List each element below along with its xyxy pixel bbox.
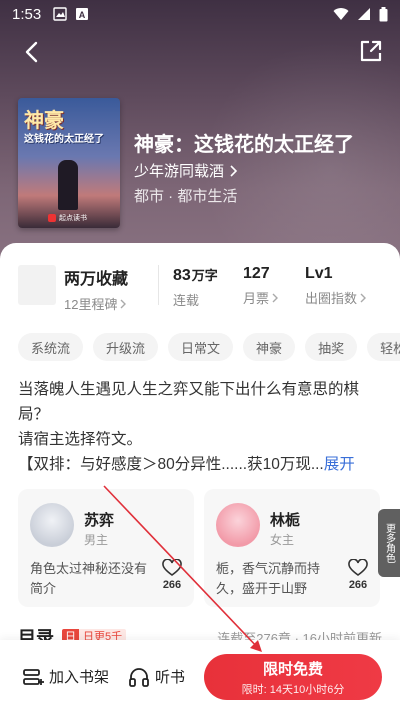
stat-words-label: 连载 <box>173 293 200 308</box>
stat-collection-label: 12里程碑 <box>64 297 118 312</box>
stat-words: 83 万字 连载 <box>173 265 243 315</box>
character-card[interactable]: 苏弈 男主 角色太过神秘还没有简介 266 <box>18 489 194 607</box>
character-list: 苏弈 男主 角色太过神秘还没有简介 266 林栀 女主 栀，香气沉静而持久，盛开… <box>18 489 380 607</box>
stat-level-label: 出圈指数 <box>305 291 358 306</box>
battery-icon <box>379 6 388 21</box>
listen-button[interactable]: 听书 <box>128 666 185 687</box>
synopsis-line: 当落魄人生遇见人生之弈又能下出什么有意思的棋局？ <box>18 381 360 423</box>
stat-level-label-wrap: 出圈指数 <box>305 288 367 307</box>
listen-label: 听书 <box>155 669 186 686</box>
tag-chip[interactable]: 神豪 <box>243 333 296 361</box>
stat-tickets-label-wrap: 月票 <box>243 288 305 307</box>
more-characters-button[interactable]: 更多角色 <box>378 509 400 577</box>
heart-icon <box>162 559 182 576</box>
book-cover[interactable]: 神豪 这钱花的太正经了 起点读书 <box>18 98 120 228</box>
stat-tickets[interactable]: 127 月票 <box>243 265 305 315</box>
avatar <box>30 503 74 547</box>
character-role: 女主 <box>270 533 295 547</box>
stat-tickets-value: 127 <box>243 265 270 282</box>
tag-list: 系统流 升级流 日常文 神豪 抽奖 轻松 <box>18 333 400 361</box>
status-time: 1:53 <box>12 5 42 23</box>
author-link[interactable]: 少年游同载酒 <box>134 160 238 181</box>
author-name: 少年游同载酒 <box>134 163 225 180</box>
add-to-shelf-button[interactable]: 加入书架 <box>22 666 109 687</box>
book-title: 神豪：这钱花的太正经了 <box>134 134 354 156</box>
read-free-label: 限时免费 <box>262 660 323 678</box>
chevron-right-icon <box>272 293 279 302</box>
font-a-icon: A <box>76 8 89 20</box>
bottom-action-bar: 加入书架 听书 限时免费 限时: 14天10小时6分 <box>0 640 400 711</box>
signal-icon <box>358 8 370 20</box>
chevron-right-icon <box>360 293 367 302</box>
tag-chip[interactable]: 轻松 <box>367 333 400 361</box>
character-role: 男主 <box>84 533 109 547</box>
stat-tickets-label: 月票 <box>243 291 270 306</box>
avatar <box>216 503 260 547</box>
read-free-countdown: 限时: 14天10小时6分 <box>241 683 345 696</box>
like-count: 266 <box>162 579 182 591</box>
cover-publisher-label: 起点读书 <box>59 215 87 222</box>
tag-chip[interactable]: 抽奖 <box>305 333 358 361</box>
book-genre[interactable]: 都市 · 都市生活 <box>134 185 237 206</box>
status-right-icons <box>333 6 388 22</box>
milestone-badge[interactable] <box>18 265 56 305</box>
cover-title: 神豪 <box>24 110 64 132</box>
character-name: 林栀 <box>270 512 301 529</box>
stats-row: 两万收藏 12里程碑 83 万字 连载 127 月票 Lv1 出圈指数 <box>18 265 400 315</box>
status-notification-icons: A <box>53 7 89 21</box>
svg-text:A: A <box>79 10 86 20</box>
stat-words-value: 83 <box>173 267 191 284</box>
like-button[interactable]: 266 <box>348 559 368 591</box>
stat-collection[interactable]: 两万收藏 12里程碑 <box>64 265 142 315</box>
wifi-icon <box>333 8 349 20</box>
character-card[interactable]: 林栀 女主 栀，香气沉静而持久，盛开于山野 266 <box>204 489 380 607</box>
character-desc: 栀，香气沉静而持久，盛开于山野 <box>216 561 321 596</box>
publisher-logo-icon <box>48 214 56 222</box>
like-button[interactable]: 266 <box>162 559 182 591</box>
synopsis[interactable]: 当落魄人生遇见人生之弈又能下出什么有意思的棋局？ 请宿主选择符文。 【双排：与好… <box>18 377 386 477</box>
cover-publisher: 起点读书 <box>48 213 87 223</box>
tag-chip[interactable]: 系统流 <box>18 333 84 361</box>
chevron-right-icon <box>120 299 127 308</box>
like-count: 266 <box>348 579 368 591</box>
heart-icon <box>348 559 368 576</box>
character-desc: 角色太过神秘还没有简介 <box>30 561 148 596</box>
cover-subtitle: 这钱花的太正经了 <box>24 134 104 145</box>
stat-level[interactable]: Lv1 出圈指数 <box>305 265 367 315</box>
stat-words-unit: 万字 <box>191 268 218 283</box>
share-icon[interactable] <box>358 38 384 64</box>
synopsis-line-last: 【双排：与好感度＞80分异性......获10万现...展开 <box>18 452 386 477</box>
headphones-icon <box>129 667 149 687</box>
tag-chip[interactable]: 升级流 <box>93 333 159 361</box>
chevron-right-icon <box>230 164 238 177</box>
cover-figure <box>58 160 78 210</box>
gallery-icon <box>53 7 67 21</box>
add-to-shelf-label: 加入书架 <box>49 669 110 686</box>
back-icon[interactable] <box>18 38 46 66</box>
expand-link[interactable]: 展开 <box>324 456 355 473</box>
read-free-button[interactable]: 限时免费 限时: 14天10小时6分 <box>204 654 382 700</box>
stat-words-value-wrap: 83 万字 <box>173 265 243 285</box>
stat-collection-value: 两万收藏 <box>64 271 129 288</box>
tag-chip[interactable]: 日常文 <box>168 333 234 361</box>
synopsis-line: 【双排：与好感度＞80分异性......获10万现... <box>18 456 324 473</box>
synopsis-line: 请宿主选择符文。 <box>18 431 143 448</box>
stat-collection-label-wrap: 12里程碑 <box>64 294 142 313</box>
divider <box>158 265 159 305</box>
status-bar: 1:53 A <box>0 0 400 28</box>
stat-level-value: Lv1 <box>305 265 333 282</box>
character-name: 苏弈 <box>84 512 115 529</box>
book-header: 1:53 A 神豪 这钱花的太正经了 起点读书 神豪：这钱花的太正经了 少年游同… <box>0 0 400 270</box>
bookshelf-icon <box>23 668 44 685</box>
